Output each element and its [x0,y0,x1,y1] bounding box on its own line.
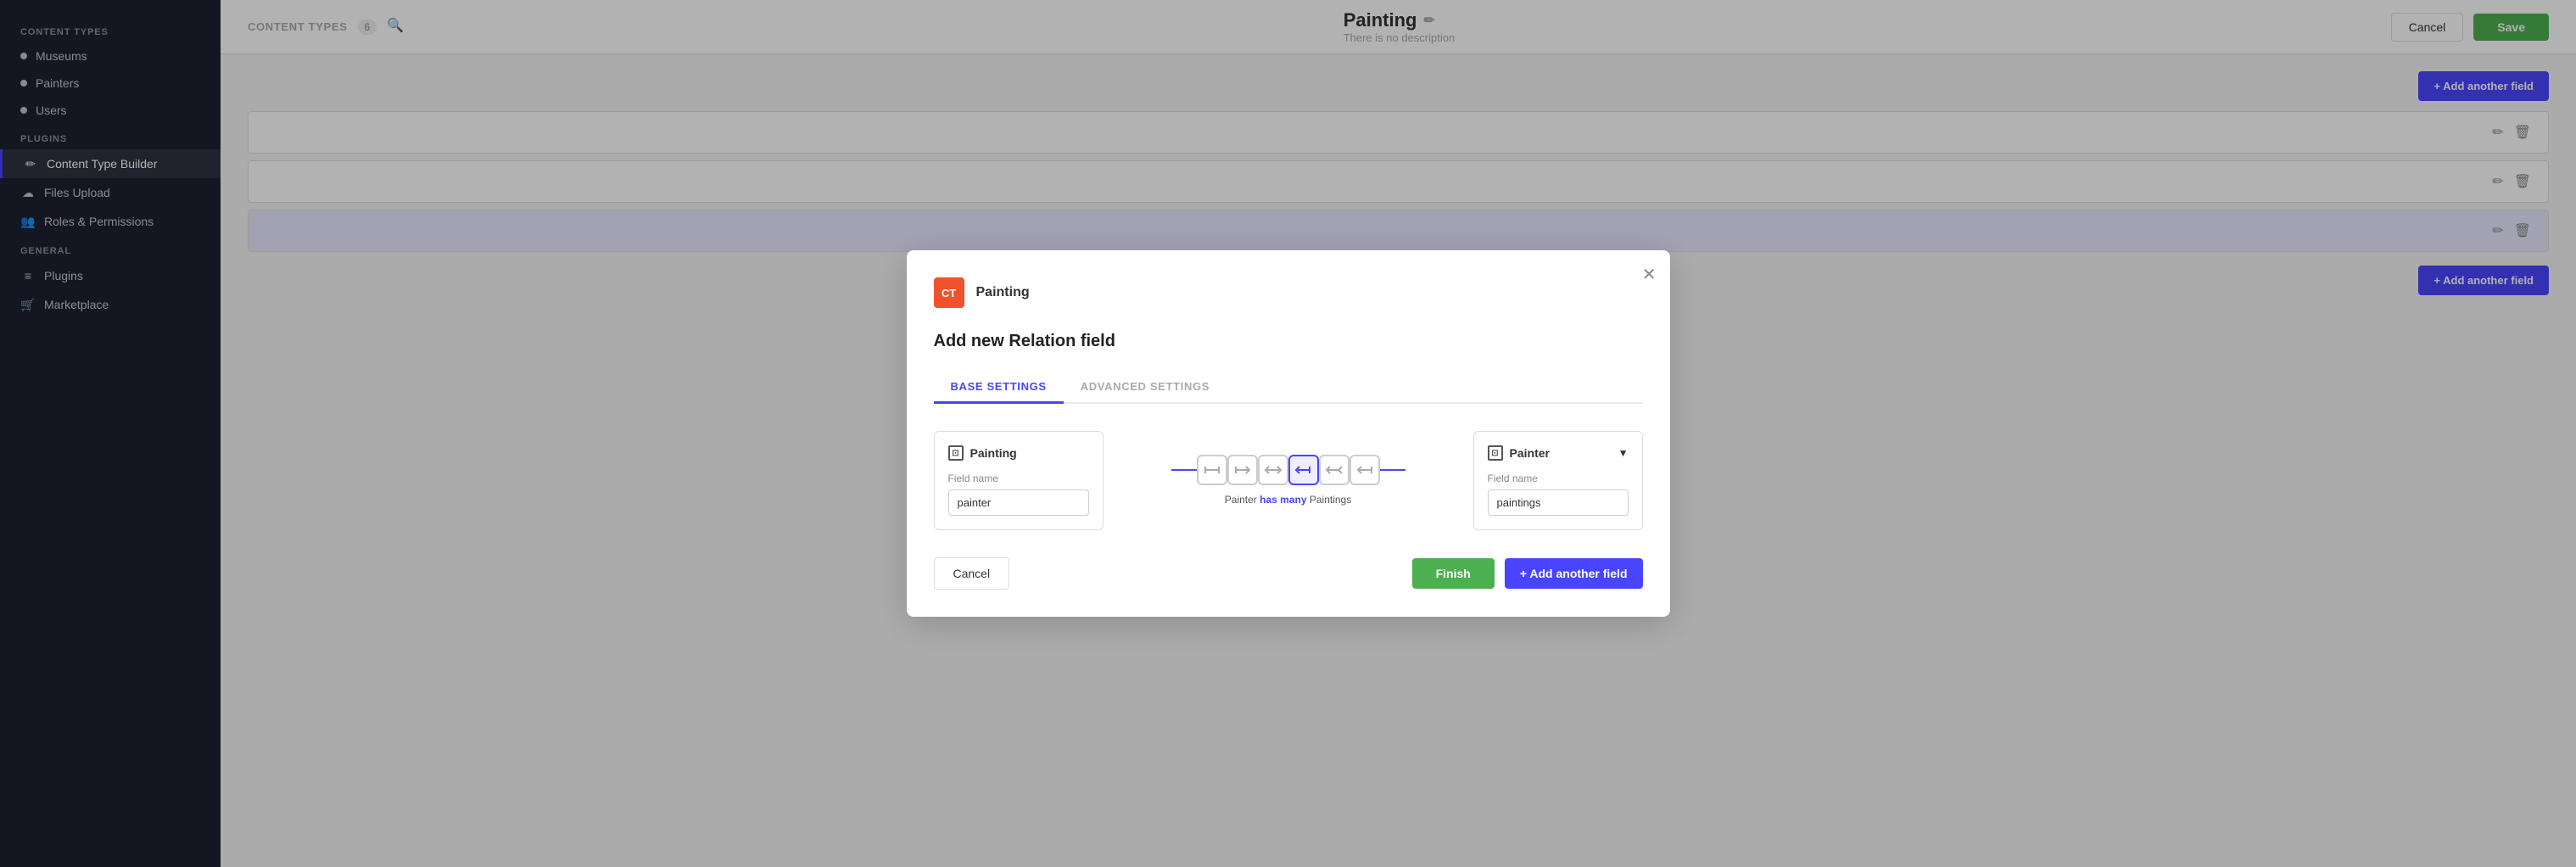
relation-type-many-many[interactable] [1319,455,1349,485]
relation-type-many-one-active[interactable] [1288,455,1319,485]
relation-type-one-many-right[interactable] [1349,455,1380,485]
relation-connector: has many [1260,494,1306,506]
finish-button[interactable]: Finish [1412,558,1495,589]
right-relation-box: ⊡ Painter ▼ Field name [1473,431,1643,530]
modal-tabs: BASE SETTINGS ADVANCED SETTINGS [934,372,1643,404]
relation-area: ⊡ Painting Field name [934,431,1643,530]
chevron-down-icon: ▼ [1618,447,1629,459]
relation-type-one-one[interactable] [1197,455,1227,485]
relation-type-one-many[interactable] [1227,455,1258,485]
modal-header: CT Painting [934,277,1643,308]
ct-badge: CT [934,277,964,308]
left-field-name-input[interactable] [948,489,1089,516]
relation-description: Painter has many Paintings [1225,494,1351,506]
main-area: CONTENT TYPES 6 🔍 Painting ✏ There is no… [221,0,2576,867]
box-icon: ⊡ [1488,445,1503,461]
left-relation-box: ⊡ Painting Field name [934,431,1104,530]
modal-close-button[interactable]: ✕ [1642,264,1657,285]
modal-add-another-button[interactable]: + Add another field [1505,558,1643,589]
left-field-name-label: Field name [948,473,1089,484]
tab-advanced-settings[interactable]: ADVANCED SETTINGS [1064,372,1227,404]
modal-title: Add new Relation field [934,332,1115,351]
relation-middle: Painter has many Paintings [1104,431,1473,506]
modal-overlay: CT Painting ✕ Add new Relation field BAS… [221,54,2576,867]
modal-ct-name: Painting [976,285,1030,300]
modal-title-row: Add new Relation field [934,332,1643,351]
relation-type-selector [1171,455,1405,485]
tab-base-settings[interactable]: BASE SETTINGS [934,372,1064,404]
right-box-title: ⊡ Painter ▼ [1488,445,1629,461]
right-field-name-input[interactable] [1488,489,1629,516]
modal-cancel-button[interactable]: Cancel [934,557,1010,590]
left-box-title: ⊡ Painting [948,445,1089,461]
right-field-name-label: Field name [1488,473,1629,484]
content-area: + Add another field ✏ 🗑 ✏ 🗑 ✏ [221,54,2576,867]
painter-dropdown[interactable]: ▼ [1618,447,1629,459]
box-icon: ⊡ [948,445,964,461]
relation-modal: CT Painting ✕ Add new Relation field BAS… [907,250,1670,617]
modal-footer: Cancel Finish + Add another field [934,557,1643,590]
relation-type-many-many-left[interactable] [1258,455,1288,485]
modal-footer-right: Finish + Add another field [1412,558,1643,589]
